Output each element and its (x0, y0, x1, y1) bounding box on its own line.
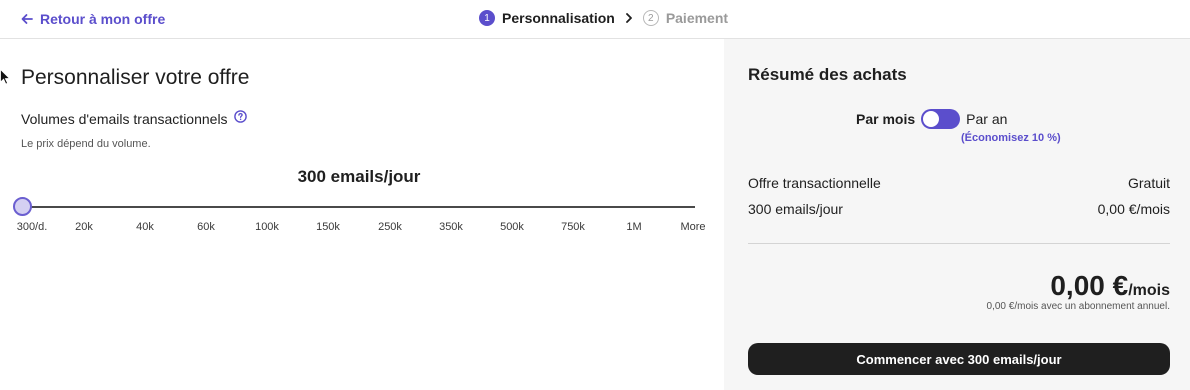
slider-tick-label[interactable]: 100k (255, 221, 279, 233)
step-number: 2 (642, 10, 659, 26)
summary-line-value: Gratuit (1127, 175, 1170, 191)
slider-tick-label[interactable]: 300/d. (17, 221, 48, 233)
slider-tick-label[interactable]: 60k (197, 221, 215, 233)
billing-period-toggle: Par mois Par an (856, 109, 1007, 129)
slider-tick-label[interactable]: 40k (136, 221, 154, 233)
volume-slider-track[interactable] (22, 206, 695, 208)
mouse-cursor-icon (0, 69, 10, 85)
summary-line-label: Offre transactionnelle (748, 175, 881, 191)
top-bar: Retour à mon offre 1 Personnalisation 2 … (0, 0, 1190, 39)
step-payment: 2 Paiement (642, 10, 729, 26)
total-price: 0,00 €/mois (1050, 270, 1170, 302)
step-personalisation: 1 Personnalisation (479, 10, 615, 26)
slider-tick-label[interactable]: 20k (75, 221, 93, 233)
step-label: Paiement (665, 10, 729, 26)
slider-tick-label[interactable]: More (680, 221, 705, 233)
slider-tick-label[interactable]: 250k (378, 221, 402, 233)
step-number: 1 (479, 10, 495, 26)
total-amount: 0,00 € (1050, 270, 1129, 301)
start-plan-button[interactable]: Commencer avec 300 emails/jour (748, 343, 1170, 375)
total-note: 0,00 €/mois avec un abonnement annuel. (986, 301, 1170, 312)
billing-monthly-label[interactable]: Par mois (856, 111, 915, 127)
step-label: Personnalisation (502, 10, 615, 26)
summary-divider (748, 243, 1170, 244)
slider-tick-label[interactable]: 500k (500, 221, 524, 233)
switch-knob (923, 111, 940, 127)
volume-label: Volumes d'emails transactionnels (21, 111, 228, 127)
volume-slider-thumb[interactable] (13, 197, 32, 216)
summary-title: Résumé des achats (748, 65, 907, 84)
slider-tick-label[interactable]: 750k (561, 221, 585, 233)
billing-period-switch[interactable] (921, 109, 961, 129)
summary-line: Offre transactionnelle Gratuit (748, 175, 1170, 191)
volume-hint: Le prix dépend du volume. (21, 138, 151, 150)
back-to-offer-link[interactable]: Retour à mon offre (20, 11, 165, 27)
summary-line-label: 300 emails/jour (748, 201, 843, 217)
customize-panel: Personnaliser votre offre Volumes d'emai… (0, 39, 724, 390)
summary-line: 300 emails/jour 0,00 €/mois (748, 201, 1170, 217)
page-title: Personnaliser votre offre (21, 66, 250, 89)
chevron-right-icon (625, 13, 632, 23)
slider-tick-label[interactable]: 350k (439, 221, 463, 233)
question-circle-icon[interactable] (234, 110, 247, 123)
slider-tick-label[interactable]: 150k (316, 221, 340, 233)
arrow-left-icon (21, 14, 33, 24)
volume-slider-ticks: 300/d. 20k 40k 60k 100k 150k 250k 350k 500k 750k 1… (0, 221, 724, 235)
yearly-savings-note: (Économisez 10 %) (961, 132, 1061, 144)
slider-tick-label[interactable]: 1M (626, 221, 641, 233)
back-link-label: Retour à mon offre (40, 11, 166, 27)
purchase-summary-panel: Résumé des achats Par mois Par an (Écono… (724, 39, 1190, 390)
total-unit: /mois (1128, 282, 1170, 299)
billing-yearly-label[interactable]: Par an (966, 111, 1007, 127)
checkout-steps: 1 Personnalisation 2 Paiement (479, 10, 728, 26)
selected-volume: 300 emails/jour (297, 167, 421, 186)
summary-line-value: 0,00 €/mois (1097, 201, 1170, 217)
